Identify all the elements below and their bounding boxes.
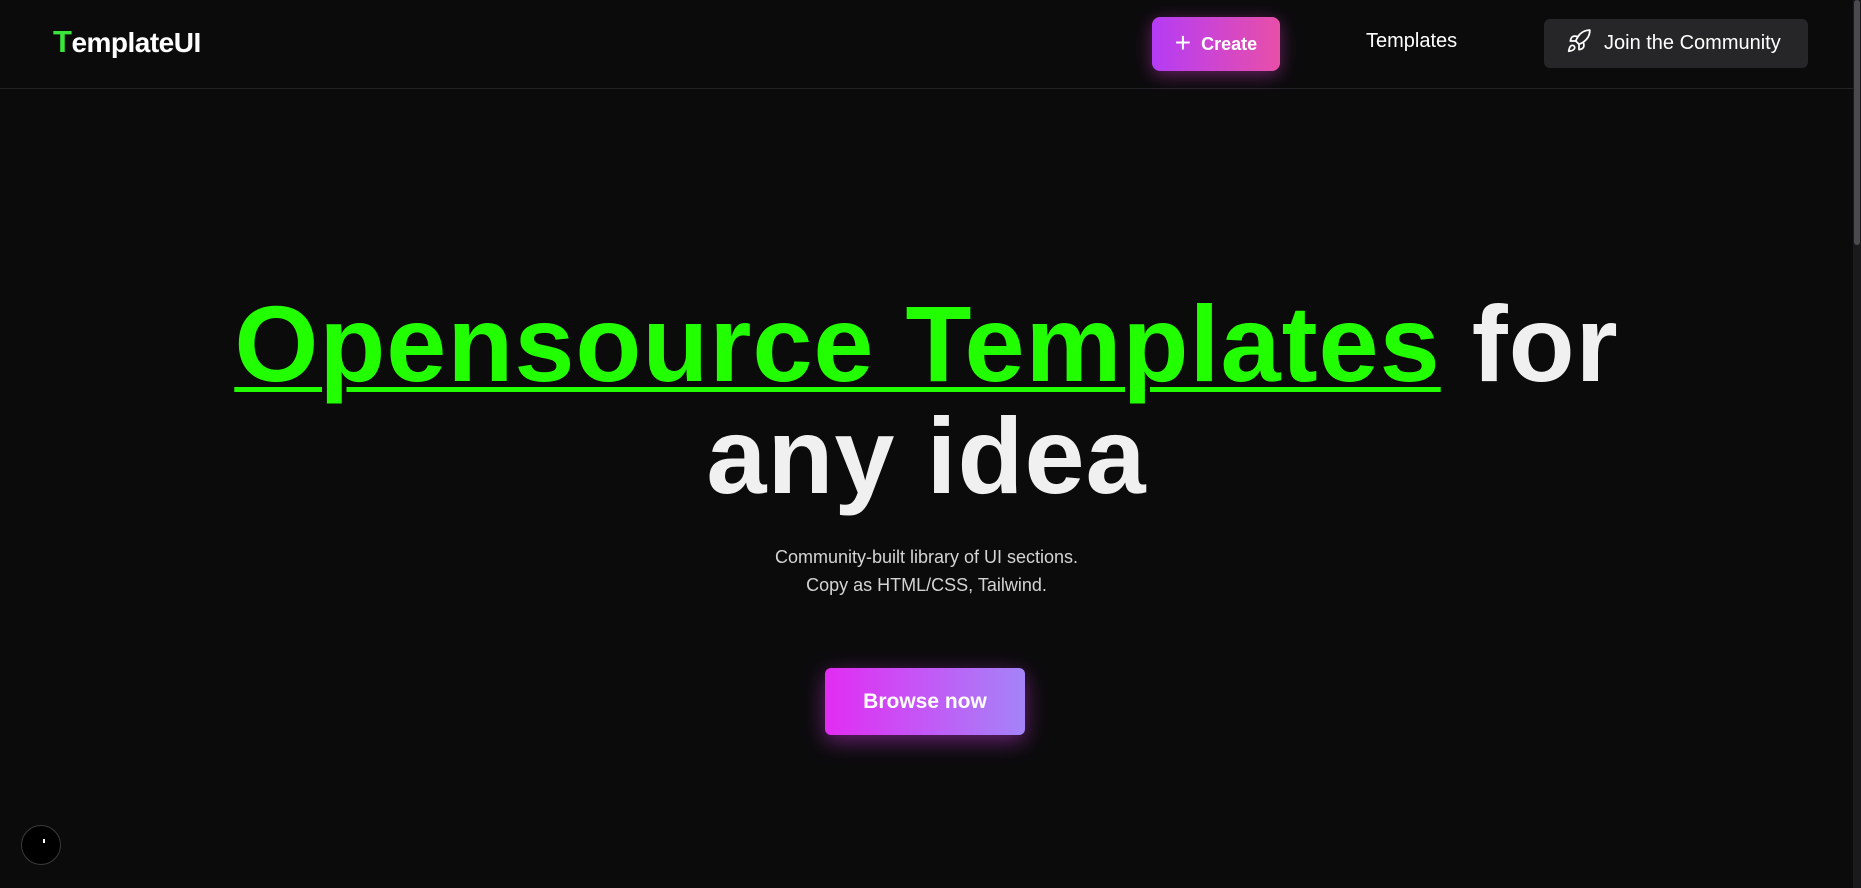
hero-subtitle-line2: Copy as HTML/CSS, Tailwind. (806, 575, 1047, 595)
logo[interactable]: TemplateUI (53, 24, 201, 60)
hero-title-any-idea: any idea (706, 395, 1147, 516)
navbar: TemplateUI + Create Templates Join the C… (0, 0, 1853, 89)
browse-now-button[interactable]: Browse now (825, 668, 1025, 735)
hero-subtitle: Community-built library of UI sections. … (0, 543, 1853, 599)
page: TemplateUI + Create Templates Join the C… (0, 0, 1861, 888)
logo-text: emplateUI (71, 27, 201, 58)
hero-subtitle-line1: Community-built library of UI sections. (774, 547, 1079, 567)
join-community-button[interactable]: Join the Community (1544, 19, 1808, 68)
hero-title-accent: Opensource Templates (234, 283, 1441, 404)
hero-title: Opensource Templates for any idea (0, 288, 1853, 512)
rocket-icon (1566, 28, 1592, 60)
logo-initial: T (53, 24, 72, 59)
hero-title-for: for (1471, 283, 1619, 404)
scrollbar[interactable] (1853, 0, 1861, 888)
scrollbar-thumb[interactable] (1854, 0, 1860, 245)
join-community-label: Join the Community (1604, 32, 1781, 54)
create-button[interactable]: + Create (1152, 17, 1280, 71)
plus-icon: + (1174, 27, 1192, 58)
create-button-label: Create (1201, 33, 1258, 54)
nav-link-templates[interactable]: Templates (1366, 30, 1457, 53)
floating-action-button[interactable] (21, 825, 61, 865)
